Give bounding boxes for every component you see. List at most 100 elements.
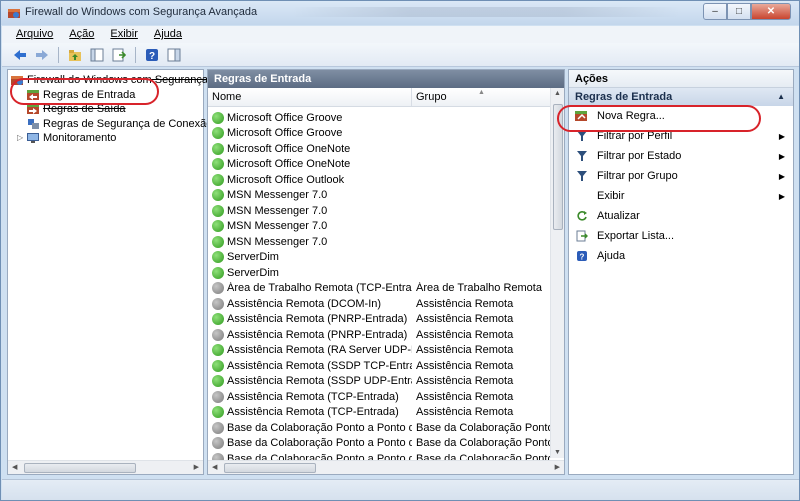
list-horizontal-scrollbar[interactable]: ◀ ▶ <box>208 460 564 474</box>
rule-name-cell: ServerDim <box>212 266 412 279</box>
action-atualizar[interactable]: Atualizar <box>569 206 793 226</box>
disabled-rule-icon <box>212 297 224 310</box>
scroll-up-icon[interactable]: ▲ <box>554 90 561 97</box>
back-button[interactable] <box>10 46 30 64</box>
disabled-rule-icon <box>212 328 224 341</box>
rule-row[interactable]: Base da Colaboração Ponto a Ponto do ...… <box>208 420 552 436</box>
rule-name: Assistência Remota (RA Server UDP-Entra.… <box>227 344 412 357</box>
submenu-arrow-icon: ▶ <box>778 131 785 141</box>
column-header-grupo[interactable]: Grupo <box>416 91 447 103</box>
scroll-left-icon[interactable]: ◀ <box>12 463 17 471</box>
help-button[interactable]: ? <box>142 46 162 64</box>
rule-name-cell: Base da Colaboração Ponto a Ponto do ... <box>212 437 412 450</box>
connection-security-icon <box>28 118 39 129</box>
rule-name: Microsoft Office Groove <box>227 127 343 140</box>
rule-row[interactable]: MSN Messenger 7.0 <box>208 219 552 235</box>
rule-name: Assistência Remota (SSDP UDP-Entrada) <box>227 375 412 388</box>
rule-name: Área de Trabalho Remota (TCP-Entrada) <box>227 282 412 295</box>
highlight-annotation-new-rule <box>557 105 761 132</box>
scroll-down-icon[interactable]: ▼ <box>554 449 561 456</box>
rule-name: Microsoft Office OneNote <box>227 158 351 171</box>
menu-bar: Arquivo Ação Exibir Ajuda <box>2 26 799 43</box>
scroll-thumb[interactable] <box>24 463 136 473</box>
svg-text:?: ? <box>149 51 155 62</box>
tree-item-monitoramento[interactable]: ▷ Monitoramento <box>17 130 116 145</box>
rule-name-cell: Assistência Remota (TCP-Entrada) <box>212 406 412 419</box>
show-hide-tree-button[interactable] <box>87 46 107 64</box>
action-label: Exportar Lista... <box>597 230 675 242</box>
tree-item-regras-seguranca-conexao[interactable]: Regras de Segurança de Conexão <box>27 116 212 131</box>
refresh-icon <box>575 209 589 223</box>
disabled-rule-icon <box>212 437 224 450</box>
action-label: Exibir <box>597 190 625 202</box>
rule-row[interactable]: Assistência Remota (PNRP-Entrada) Assistê… <box>208 327 552 343</box>
rule-name: Microsoft Office Outlook <box>227 173 345 186</box>
rule-name-cell: Assistência Remota (PNRP-Entrada) <box>212 313 412 326</box>
collapse-icon[interactable]: ▲ <box>777 92 785 101</box>
rule-row[interactable]: MSN Messenger 7.0 <box>208 188 552 204</box>
rule-row[interactable]: Assistência Remota (RA Server UDP-Entra.… <box>208 343 552 359</box>
help-icon: ? <box>575 249 589 263</box>
rule-name-cell: Assistência Remota (TCP-Entrada) <box>212 390 412 403</box>
rule-name-cell: MSN Messenger 7.0 <box>212 204 412 217</box>
rule-row[interactable]: Microsoft Office Outlook <box>208 172 552 188</box>
rule-name-cell: Assistência Remota (SSDP UDP-Entrada) <box>212 375 412 388</box>
action-exibir[interactable]: Exibir ▶ <box>569 186 793 206</box>
action-label: Filtrar por Grupo <box>597 170 678 182</box>
rule-row[interactable]: Área de Trabalho Remota (TCP-Entrada) Áre… <box>208 281 552 297</box>
action-filtrar-por-grupo[interactable]: Filtrar por Grupo ▶ <box>569 166 793 186</box>
rule-row[interactable]: Microsoft Office Groove <box>208 126 552 142</box>
tree-item-label: Monitoramento <box>43 131 117 144</box>
rule-name-cell: Assistência Remota (SSDP TCP-Entrada) <box>212 359 412 372</box>
rule-row[interactable]: Assistência Remota (SSDP TCP-Entrada) Ass… <box>208 358 552 374</box>
close-button[interactable]: ✕ <box>751 3 791 20</box>
rule-row[interactable]: Assistência Remota (SSDP UDP-Entrada) Ass… <box>208 374 552 390</box>
rule-row[interactable]: ServerDim <box>208 250 552 266</box>
expand-chevron-icon[interactable]: ▷ <box>17 133 27 142</box>
action-pane-icon <box>167 48 181 61</box>
scroll-right-icon[interactable]: ▶ <box>194 463 199 471</box>
column-separator[interactable] <box>411 88 412 106</box>
rule-row[interactable]: ServerDim <box>208 265 552 281</box>
action-ajuda[interactable]: ? Ajuda <box>569 246 793 266</box>
rule-row[interactable]: Assistência Remota (TCP-Entrada) Assistên… <box>208 405 552 421</box>
actions-section-label: Regras de Entrada <box>575 91 673 103</box>
rule-row[interactable]: MSN Messenger 7.0 <box>208 234 552 250</box>
rule-group: Assistência Remota <box>416 297 514 310</box>
scroll-right-icon[interactable]: ▶ <box>555 463 560 471</box>
action-filtrar-por-estado[interactable]: Filtrar por Estado ▶ <box>569 146 793 166</box>
list-vertical-scrollbar[interactable]: ▲ ▼ <box>550 88 564 458</box>
rule-row[interactable]: Microsoft Office Groove <box>208 110 552 126</box>
enabled-check-icon <box>212 158 224 171</box>
enabled-check-icon <box>212 235 224 248</box>
export-button[interactable] <box>109 46 129 64</box>
forward-button[interactable] <box>32 46 52 64</box>
enabled-check-icon <box>212 375 224 388</box>
maximize-button[interactable]: □ <box>727 3 751 20</box>
rule-row[interactable]: Microsoft Office OneNote <box>208 141 552 157</box>
rule-row[interactable]: Base da Colaboração Ponto a Ponto do ...… <box>208 436 552 452</box>
enabled-check-icon <box>212 127 224 140</box>
action-pane-button[interactable] <box>164 46 184 64</box>
enabled-check-icon <box>212 344 224 357</box>
forward-arrow-icon <box>36 49 48 60</box>
actions-section-header[interactable]: Regras de Entrada ▲ <box>569 88 793 106</box>
rule-name: Assistência Remota (PNRP-Entrada) <box>227 313 408 326</box>
rule-row[interactable]: Assistência Remota (TCP-Entrada) Assistên… <box>208 389 552 405</box>
action-exportar-lista[interactable]: Exportar Lista... <box>569 226 793 246</box>
menu-acao[interactable]: Ação <box>63 26 100 43</box>
rule-row[interactable]: Microsoft Office OneNote <box>208 157 552 173</box>
menu-ajuda[interactable]: Ajuda <box>148 26 188 43</box>
column-header-nome[interactable]: Nome <box>212 91 241 103</box>
menu-exibir[interactable]: Exibir <box>104 26 144 43</box>
tree-horizontal-scrollbar[interactable]: ◀ ▶ <box>8 460 203 474</box>
rule-row[interactable]: MSN Messenger 7.0 <box>208 203 552 219</box>
minimize-button[interactable]: – <box>703 3 727 20</box>
scroll-left-icon[interactable]: ◀ <box>212 463 217 471</box>
up-folder-button[interactable] <box>65 46 85 64</box>
scroll-thumb[interactable] <box>224 463 316 473</box>
menu-arquivo[interactable]: Arquivo <box>10 26 59 43</box>
rule-row[interactable]: Assistência Remota (PNRP-Entrada) Assistê… <box>208 312 552 328</box>
rule-row[interactable]: Assistência Remota (DCOM-In) Assistência … <box>208 296 552 312</box>
enabled-check-icon <box>212 204 224 217</box>
